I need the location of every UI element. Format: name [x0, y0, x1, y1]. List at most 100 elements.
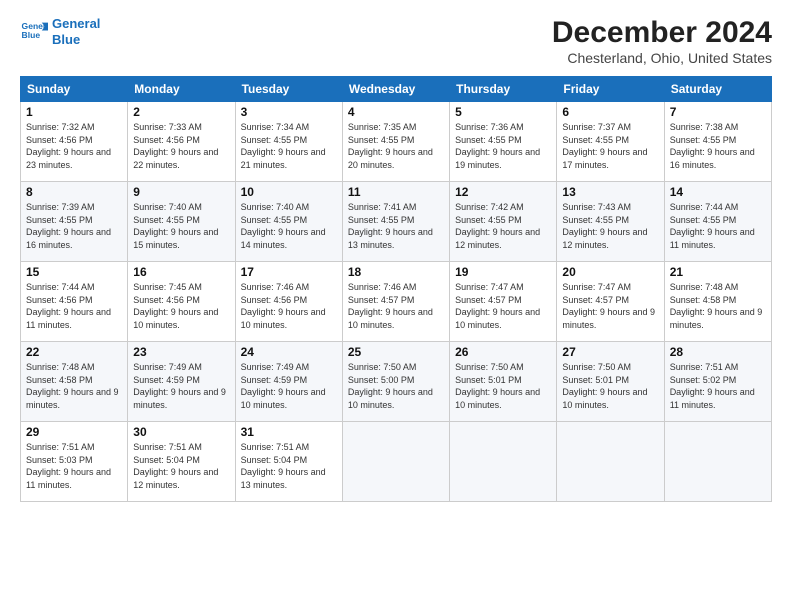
day-number: 22: [26, 345, 122, 359]
day-number: 12: [455, 185, 551, 199]
day-number: 6: [562, 105, 658, 119]
calendar-cell: 25Sunrise: 7:50 AMSunset: 5:00 PMDayligh…: [342, 342, 449, 422]
logo: General Blue General Blue: [20, 16, 100, 47]
day-info: Sunrise: 7:51 AMSunset: 5:03 PMDaylight:…: [26, 441, 122, 491]
day-info: Sunrise: 7:51 AMSunset: 5:04 PMDaylight:…: [241, 441, 337, 491]
day-info: Sunrise: 7:50 AMSunset: 5:01 PMDaylight:…: [562, 361, 658, 411]
logo-text: General Blue: [52, 16, 100, 47]
calendar-cell: 17 Sunrise: 7:46 AMSunset: 4:56 PMDayligh…: [235, 262, 342, 342]
day-number: 13: [562, 185, 658, 199]
day-info: Sunrise: 7:51 AMSunset: 5:04 PMDaylight:…: [133, 441, 229, 491]
day-number: 28: [670, 345, 766, 359]
day-info: Sunrise: 7:36 AMSunset: 4:55 PMDaylight:…: [455, 121, 551, 171]
calendar-cell: 18Sunrise: 7:46 AMSunset: 4:57 PMDayligh…: [342, 262, 449, 342]
day-info: Sunrise: 7:40 AMSunset: 4:55 PMDaylight:…: [133, 201, 229, 251]
calendar-cell: 30 Sunrise: 7:51 AMSunset: 5:04 PMDayligh…: [128, 422, 235, 502]
calendar-cell: 26 Sunrise: 7:50 AMSunset: 5:01 PMDayligh…: [450, 342, 557, 422]
day-info: Sunrise: 7:47 AMSunset: 4:57 PMDaylight:…: [455, 281, 551, 331]
header: General Blue General Blue December 2024 …: [20, 16, 772, 66]
day-info: Sunrise: 7:46 AMSunset: 4:56 PMDaylight:…: [241, 281, 337, 331]
day-info: Sunrise: 7:45 AMSunset: 4:56 PMDaylight:…: [133, 281, 229, 331]
day-info: Sunrise: 7:34 AMSunset: 4:55 PMDaylight:…: [241, 121, 337, 171]
day-number: 9: [133, 185, 229, 199]
day-header-saturday: Saturday: [664, 77, 771, 102]
day-number: 2: [133, 105, 229, 119]
day-info: Sunrise: 7:46 AMSunset: 4:57 PMDaylight:…: [348, 281, 444, 331]
day-header-friday: Friday: [557, 77, 664, 102]
day-header-monday: Monday: [128, 77, 235, 102]
calendar-cell: 13Sunrise: 7:43 AMSunset: 4:55 PMDayligh…: [557, 182, 664, 262]
calendar-page: General Blue General Blue December 2024 …: [0, 0, 792, 612]
main-title: December 2024: [552, 16, 772, 50]
day-header-tuesday: Tuesday: [235, 77, 342, 102]
calendar-cell: 3 Sunrise: 7:34 AMSunset: 4:55 PMDaylight…: [235, 102, 342, 182]
calendar-cell: 23Sunrise: 7:49 AMSunset: 4:59 PMDayligh…: [128, 342, 235, 422]
day-number: 21: [670, 265, 766, 279]
day-info: Sunrise: 7:44 AMSunset: 4:55 PMDaylight:…: [670, 201, 766, 251]
day-info: Sunrise: 7:51 AMSunset: 5:02 PMDaylight:…: [670, 361, 766, 411]
calendar-cell: 24 Sunrise: 7:49 AMSunset: 4:59 PMDayligh…: [235, 342, 342, 422]
calendar-cell: 22 Sunrise: 7:48 AMSunset: 4:58 PMDayligh…: [21, 342, 128, 422]
calendar-cell: 4 Sunrise: 7:35 AMSunset: 4:55 PMDaylight…: [342, 102, 449, 182]
day-number: 20: [562, 265, 658, 279]
day-number: 26: [455, 345, 551, 359]
day-number: 30: [133, 425, 229, 439]
day-number: 7: [670, 105, 766, 119]
day-info: Sunrise: 7:47 AMSunset: 4:57 PMDaylight:…: [562, 281, 658, 331]
day-number: 27: [562, 345, 658, 359]
day-number: 25: [348, 345, 444, 359]
day-number: 15: [26, 265, 122, 279]
day-number: 5: [455, 105, 551, 119]
subtitle: Chesterland, Ohio, United States: [552, 50, 772, 66]
day-number: 19: [455, 265, 551, 279]
calendar-cell: 27 Sunrise: 7:50 AMSunset: 5:01 PMDayligh…: [557, 342, 664, 422]
calendar-cell: 1 Sunrise: 7:32 AMSunset: 4:56 PMDaylight…: [21, 102, 128, 182]
day-info: Sunrise: 7:50 AMSunset: 5:01 PMDaylight:…: [455, 361, 551, 411]
calendar-cell: 5 Sunrise: 7:36 AMSunset: 4:55 PMDaylight…: [450, 102, 557, 182]
day-number: 11: [348, 185, 444, 199]
day-info: Sunrise: 7:41 AMSunset: 4:55 PMDaylight:…: [348, 201, 444, 251]
day-number: 17: [241, 265, 337, 279]
svg-text:Blue: Blue: [22, 30, 41, 40]
calendar-cell: 16 Sunrise: 7:45 AMSunset: 4:56 PMDayligh…: [128, 262, 235, 342]
day-info: Sunrise: 7:48 AMSunset: 4:58 PMDaylight:…: [670, 281, 766, 331]
calendar-cell: [557, 422, 664, 502]
day-number: 14: [670, 185, 766, 199]
day-info: Sunrise: 7:49 AMSunset: 4:59 PMDaylight:…: [241, 361, 337, 411]
logo-icon: General Blue: [20, 18, 48, 46]
day-header-sunday: Sunday: [21, 77, 128, 102]
day-info: Sunrise: 7:44 AMSunset: 4:56 PMDaylight:…: [26, 281, 122, 331]
calendar-cell: 14 Sunrise: 7:44 AMSunset: 4:55 PMDayligh…: [664, 182, 771, 262]
day-info: Sunrise: 7:33 AMSunset: 4:56 PMDaylight:…: [133, 121, 229, 171]
day-info: Sunrise: 7:32 AMSunset: 4:56 PMDaylight:…: [26, 121, 122, 171]
day-info: Sunrise: 7:40 AMSunset: 4:55 PMDaylight:…: [241, 201, 337, 251]
calendar-cell: 11 Sunrise: 7:41 AMSunset: 4:55 PMDayligh…: [342, 182, 449, 262]
calendar-cell: 19 Sunrise: 7:47 AMSunset: 4:57 PMDayligh…: [450, 262, 557, 342]
day-info: Sunrise: 7:48 AMSunset: 4:58 PMDaylight:…: [26, 361, 122, 411]
day-number: 4: [348, 105, 444, 119]
day-number: 16: [133, 265, 229, 279]
day-number: 29: [26, 425, 122, 439]
day-number: 3: [241, 105, 337, 119]
day-info: Sunrise: 7:39 AMSunset: 4:55 PMDaylight:…: [26, 201, 122, 251]
day-info: Sunrise: 7:49 AMSunset: 4:59 PMDaylight:…: [133, 361, 229, 411]
calendar-cell: 10Sunrise: 7:40 AMSunset: 4:55 PMDayligh…: [235, 182, 342, 262]
day-number: 1: [26, 105, 122, 119]
day-header-thursday: Thursday: [450, 77, 557, 102]
day-header-wednesday: Wednesday: [342, 77, 449, 102]
calendar-cell: 20 Sunrise: 7:47 AMSunset: 4:57 PMDayligh…: [557, 262, 664, 342]
calendar-cell: 29 Sunrise: 7:51 AMSunset: 5:03 PMDayligh…: [21, 422, 128, 502]
calendar-cell: 15 Sunrise: 7:44 AMSunset: 4:56 PMDayligh…: [21, 262, 128, 342]
calendar-cell: [450, 422, 557, 502]
calendar-cell: 12 Sunrise: 7:42 AMSunset: 4:55 PMDayligh…: [450, 182, 557, 262]
calendar-cell: 28 Sunrise: 7:51 AMSunset: 5:02 PMDayligh…: [664, 342, 771, 422]
calendar-cell: 31Sunrise: 7:51 AMSunset: 5:04 PMDayligh…: [235, 422, 342, 502]
day-info: Sunrise: 7:37 AMSunset: 4:55 PMDaylight:…: [562, 121, 658, 171]
calendar-cell: 21 Sunrise: 7:48 AMSunset: 4:58 PMDayligh…: [664, 262, 771, 342]
calendar-cell: 7Sunrise: 7:38 AMSunset: 4:55 PMDaylight…: [664, 102, 771, 182]
calendar-cell: [342, 422, 449, 502]
day-info: Sunrise: 7:35 AMSunset: 4:55 PMDaylight:…: [348, 121, 444, 171]
day-number: 24: [241, 345, 337, 359]
day-info: Sunrise: 7:42 AMSunset: 4:55 PMDaylight:…: [455, 201, 551, 251]
title-block: December 2024 Chesterland, Ohio, United …: [552, 16, 772, 66]
